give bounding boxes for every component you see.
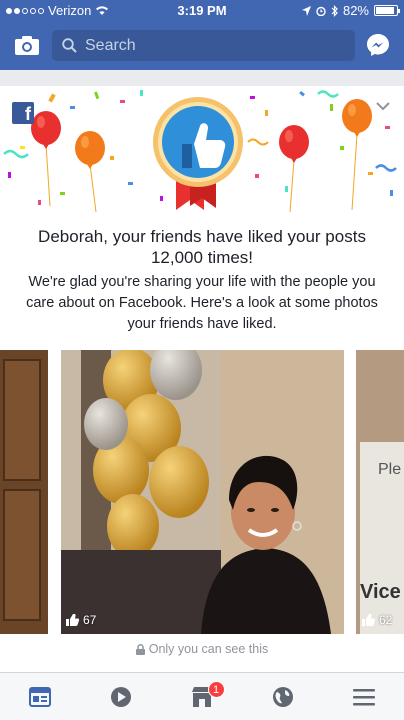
top-header: Verizon 3:19 PM 82% [0, 0, 404, 70]
messenger-button[interactable] [366, 33, 390, 57]
alarm-icon [316, 6, 326, 16]
thumbs-up-badge-icon [153, 97, 243, 210]
privacy-note-text: Only you can see this [148, 642, 269, 656]
photo-card-main[interactable] [61, 350, 344, 634]
chevron-down-icon[interactable] [376, 102, 390, 111]
confetti-illustration [3, 90, 397, 213]
marketplace-badge: 1 [207, 681, 225, 698]
messenger-icon [367, 34, 389, 56]
thumbs-up-icon [362, 614, 375, 626]
news-feed-icon [29, 686, 52, 707]
tab-notifications[interactable] [242, 673, 323, 720]
camera-button[interactable] [14, 32, 40, 58]
like-count-right-value: 62 [379, 613, 393, 627]
party-photo [61, 350, 344, 634]
tab-menu[interactable] [323, 673, 404, 720]
like-count-main: 67 [66, 613, 96, 627]
like-count-main-value: 67 [83, 613, 97, 627]
lock-icon [135, 643, 145, 655]
status-right: 82% [301, 3, 400, 18]
door-photo [0, 350, 48, 634]
memory-headline: Deborah, your friends have liked your po… [38, 227, 366, 267]
hamburger-menu-icon [352, 688, 375, 705]
bottom-tab-bar: 1 [0, 672, 404, 720]
status-bar: Verizon 3:19 PM 82% [0, 0, 404, 22]
like-count-right: 62 [362, 613, 392, 627]
bluetooth-icon [331, 4, 338, 17]
memory-body: We're glad you're sharing your life with… [26, 274, 378, 332]
feed-divider [0, 70, 404, 86]
battery-icon [374, 5, 400, 16]
photo-card-right[interactable]: Ple Vice [356, 350, 404, 634]
search-bar[interactable] [52, 30, 355, 61]
tab-marketplace[interactable]: 1 [162, 673, 243, 720]
photo-card-left[interactable] [0, 350, 48, 634]
thumbs-up-icon [66, 614, 79, 626]
search-icon [62, 38, 77, 53]
sign-bottom-text: Vice [360, 581, 401, 603]
facebook-logo-icon: f [12, 102, 34, 124]
privacy-note: Only you can see this [0, 642, 404, 656]
tab-watch[interactable] [81, 673, 162, 720]
play-icon [111, 686, 132, 707]
camera-icon [15, 35, 39, 55]
sign-photo: Ple Vice [356, 350, 404, 634]
tab-news-feed[interactable] [0, 673, 81, 720]
battery-percent: 82% [342, 3, 369, 18]
photo-carousel[interactable]: Ple Vice 67 62 [0, 350, 404, 634]
celebration-banner: f [0, 86, 404, 214]
location-icon [301, 5, 311, 16]
globe-icon [272, 686, 293, 707]
sign-top-text: Ple [378, 461, 401, 478]
search-input[interactable] [85, 36, 315, 55]
